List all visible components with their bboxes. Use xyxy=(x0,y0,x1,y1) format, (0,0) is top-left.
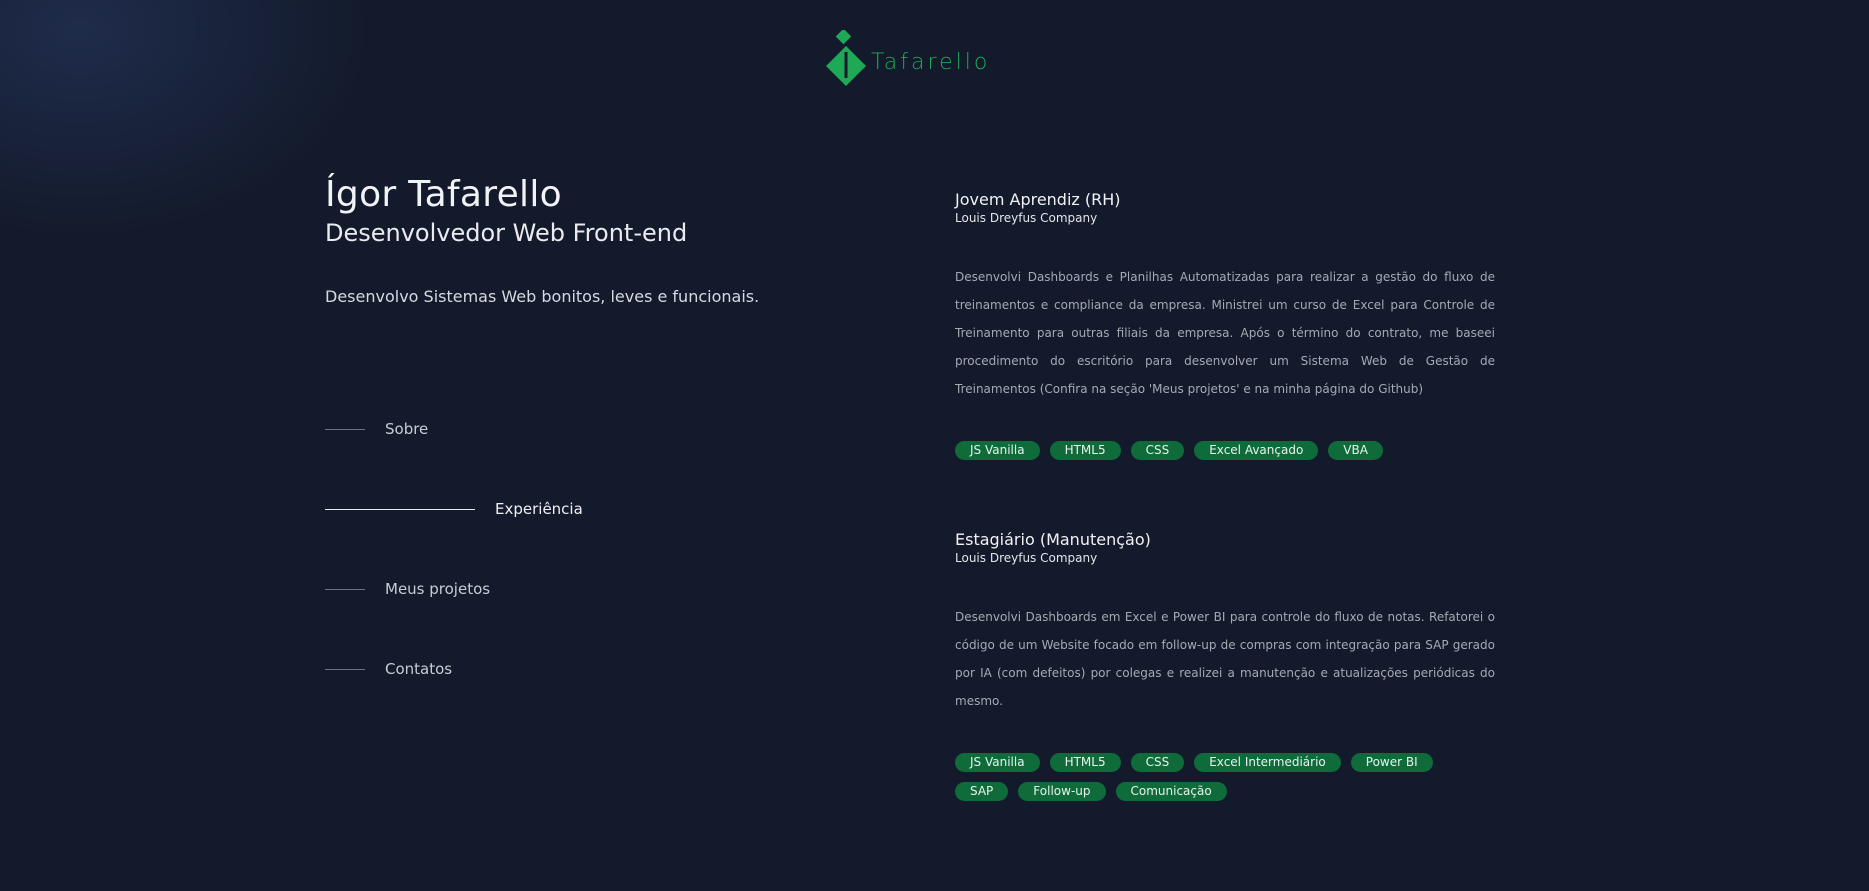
experience-tags: JS Vanilla HTML5 CSS Excel Intermediário… xyxy=(955,753,1495,801)
tech-tag[interactable]: Excel Intermediário xyxy=(1194,753,1341,772)
tech-tag[interactable]: Power BI xyxy=(1350,753,1433,772)
tech-tag[interactable]: CSS xyxy=(1130,753,1185,772)
tech-tag[interactable]: Follow-up xyxy=(1018,782,1106,801)
nav-indicator-line xyxy=(325,428,365,430)
logo[interactable]: Tafarello xyxy=(824,30,1004,86)
tech-tag[interactable]: Comunicação xyxy=(1115,782,1227,801)
experience-company: Louis Dreyfus Company xyxy=(955,211,1098,225)
hero-name: Ígor Tafarello xyxy=(325,174,562,215)
tech-tag[interactable]: HTML5 xyxy=(1049,441,1121,460)
experience-card: Jovem Aprendiz (RH) Louis Dreyfus Compan… xyxy=(955,190,1495,460)
tech-tag[interactable]: HTML5 xyxy=(1049,753,1121,772)
nav-label: Sobre xyxy=(385,420,429,438)
experience-title: Estagiário (Manutenção) xyxy=(955,530,1151,549)
nav-item-contatos[interactable]: Contatos xyxy=(325,660,452,678)
logo-mark-icon xyxy=(826,30,866,86)
experience-title: Jovem Aprendiz (RH) xyxy=(955,190,1121,209)
logo-text: Tafarello xyxy=(871,50,991,75)
nav-label: Meus projetos xyxy=(385,580,491,598)
tech-tag[interactable]: VBA xyxy=(1328,441,1383,460)
experience-description: Desenvolvi Dashboards em Excel e Power B… xyxy=(955,610,1495,708)
nav-item-sobre[interactable]: Sobre xyxy=(325,420,428,438)
tech-tag[interactable]: Excel Avançado xyxy=(1194,441,1319,460)
tech-tag[interactable]: CSS xyxy=(1130,441,1185,460)
nav-indicator-line xyxy=(325,508,475,510)
experience-description: Desenvolvi Dashboards e Planilhas Automa… xyxy=(955,270,1495,396)
nav-item-experiencia[interactable]: Experiência xyxy=(325,500,583,518)
nav-indicator-line xyxy=(325,668,365,670)
experience-tags: JS Vanilla HTML5 CSS Excel Avançado VBA xyxy=(955,441,1495,460)
experience-card: Estagiário (Manutenção) Louis Dreyfus Co… xyxy=(955,530,1495,801)
nav-label: Experiência xyxy=(495,500,583,518)
hero-role: Desenvolvedor Web Front-end xyxy=(325,219,688,247)
tech-tag[interactable]: SAP xyxy=(955,782,1009,801)
nav-label: Contatos xyxy=(385,660,453,678)
tech-tag[interactable]: JS Vanilla xyxy=(955,441,1040,460)
nav-indicator-line xyxy=(325,588,365,590)
hero-tagline: Desenvolvo Sistemas Web bonitos, leves e… xyxy=(325,287,760,306)
tech-tag[interactable]: JS Vanilla xyxy=(955,753,1040,772)
experience-company: Louis Dreyfus Company xyxy=(955,551,1098,565)
nav-item-meus-projetos[interactable]: Meus projetos xyxy=(325,580,490,598)
